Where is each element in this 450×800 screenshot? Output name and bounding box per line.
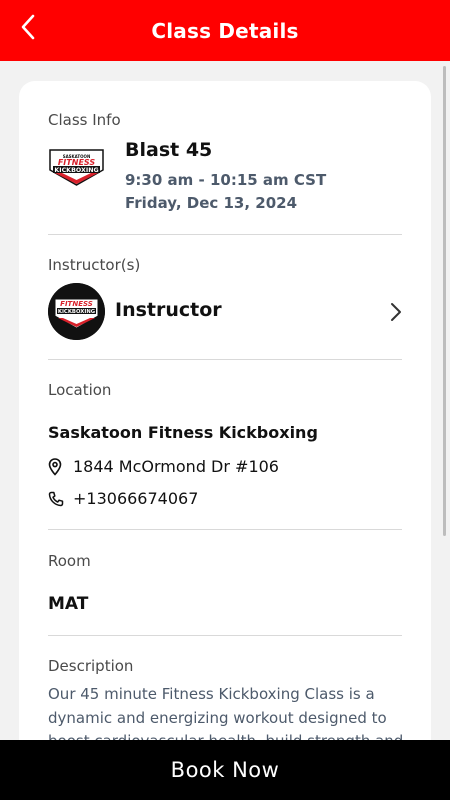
- instructor-avatar: FITNESS KICKBOXING: [48, 283, 105, 340]
- book-now-label: Book Now: [170, 758, 280, 782]
- chevron-right-icon: [388, 301, 404, 323]
- location-name: Saskatoon Fitness Kickboxing: [48, 423, 318, 442]
- class-date: Friday, Dec 13, 2024: [125, 194, 298, 212]
- phone-line[interactable]: +13066674067: [48, 489, 198, 508]
- instructors-label: Instructor(s): [48, 256, 141, 274]
- logo-text-bottom: KICKBOXING: [54, 167, 98, 174]
- divider: [48, 359, 402, 360]
- room-value: MAT: [48, 594, 89, 614]
- avatar-text-bottom: KICKBOXING: [58, 309, 95, 315]
- class-name: Blast 45: [125, 139, 213, 161]
- phone-icon: [48, 490, 64, 508]
- location-label: Location: [48, 381, 112, 399]
- description-label: Description: [48, 657, 134, 675]
- divider: [48, 234, 402, 235]
- class-logo: SASKATOON FITNESS KICKBOXING: [48, 147, 105, 187]
- back-button[interactable]: [16, 13, 40, 41]
- book-now-button[interactable]: Book Now: [0, 740, 450, 800]
- class-time: 9:30 am - 10:15 am CST: [125, 171, 327, 189]
- divider: [48, 635, 402, 636]
- logo-text-mid: FITNESS: [58, 158, 96, 167]
- room-label: Room: [48, 552, 91, 570]
- map-pin-icon: [48, 457, 64, 476]
- location-address: 1844 McOrmond Dr #106: [73, 457, 279, 476]
- avatar-text-mid: FITNESS: [60, 300, 93, 308]
- divider: [48, 529, 402, 530]
- scrollbar[interactable]: [443, 66, 446, 536]
- instructor-row[interactable]: FITNESS KICKBOXING Instructor: [48, 281, 404, 341]
- address-line[interactable]: 1844 McOrmond Dr #106: [48, 457, 279, 476]
- app-header: Class Details: [0, 0, 450, 61]
- class-details-card: Class Info SASKATOON FITNESS KICKBOXING …: [19, 81, 431, 781]
- class-info-label: Class Info: [48, 111, 121, 129]
- back-arrow-icon: [21, 14, 35, 40]
- instructor-name: Instructor: [115, 299, 222, 321]
- location-phone: +13066674067: [73, 489, 199, 508]
- page-title: Class Details: [151, 18, 299, 43]
